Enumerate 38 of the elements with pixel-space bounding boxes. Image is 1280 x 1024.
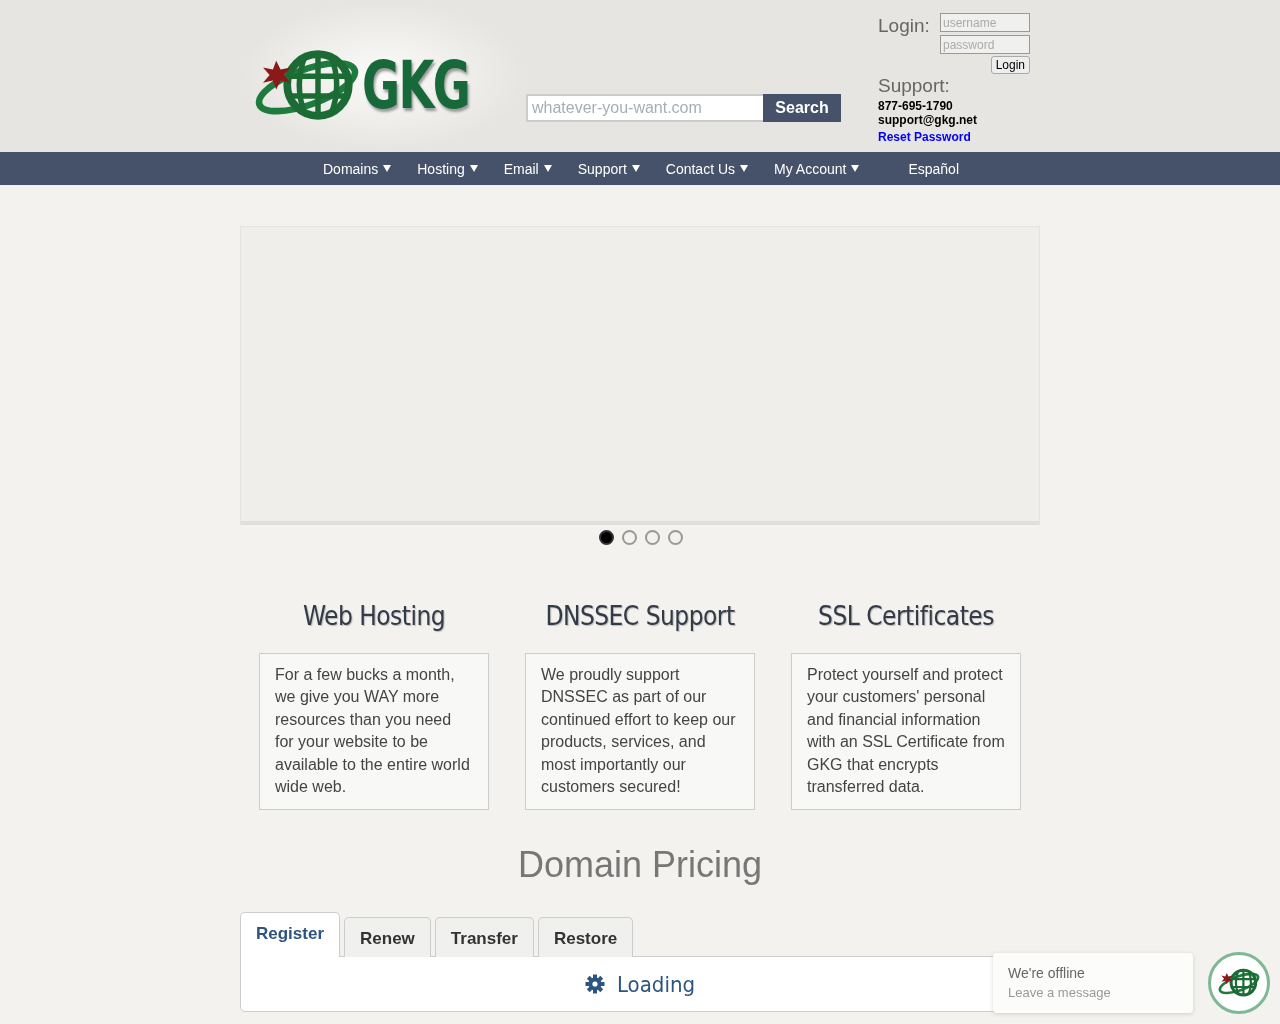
- pricing-tab[interactable]: Renew: [344, 917, 431, 957]
- slide-dot[interactable]: [598, 530, 614, 545]
- loading-text: Loading: [616, 971, 696, 997]
- domain-search-field[interactable]: whatever-you-want.com: [526, 94, 763, 122]
- nav-menu-item[interactable]: Email: [490, 160, 565, 177]
- slide-dot[interactable]: [621, 530, 637, 545]
- feature-description: We proudly support DNSSEC as part of our continued effort to keep our products, services, and most importantly our customers secured!: [525, 653, 755, 810]
- pricing-tab[interactable]: Register: [240, 912, 341, 957]
- nav-menu-item[interactable]: My Account: [761, 160, 873, 177]
- nav-menu-item[interactable]: Hosting: [404, 160, 491, 177]
- feature-title: DNSSEC Support: [545, 601, 735, 631]
- chat-bubble[interactable]: We're offline Leave a message: [993, 953, 1193, 1013]
- username-field[interactable]: username: [940, 13, 1030, 32]
- section-heading: Domain Pricing: [516, 844, 764, 886]
- password-field[interactable]: password: [940, 35, 1030, 54]
- nav-menu-item[interactable]: Domains: [310, 160, 405, 177]
- feature-title: SSL Certificates: [818, 601, 994, 631]
- login-button[interactable]: Login: [990, 56, 1030, 74]
- search-button[interactable]: Search: [763, 94, 841, 122]
- feature-description: Protect yourself and protect your customers' personal and financial information with an SSL Certificate from GKG that encrypts transferred data.: [791, 653, 1021, 810]
- gear-icon: [584, 974, 605, 994]
- feature-description: For a few bucks a month, we give you WAY more resources than you need for your website to be available to the entire world wide web.: [259, 653, 489, 810]
- slide-dot[interactable]: [667, 530, 683, 545]
- chat-prompt: Leave a message: [1008, 985, 1112, 1000]
- nav-menu-item[interactable]: Español: [872, 160, 972, 177]
- pricing-tab[interactable]: Transfer: [434, 917, 534, 957]
- login-label: Login:: [878, 15, 930, 38]
- feature-title: Web Hosting: [302, 601, 446, 631]
- chat-status: We're offline: [1008, 965, 1086, 981]
- support-label: Support:: [878, 75, 951, 97]
- support-email: support@gkg.net: [878, 113, 979, 127]
- support-phone: 877-695-1790: [878, 99, 954, 113]
- reset-password-link[interactable]: Reset Password: [878, 130, 971, 144]
- pricing-tab[interactable]: Restore: [537, 917, 634, 957]
- nav-menu-item[interactable]: Support: [564, 160, 653, 177]
- logo-text: GKG: [362, 46, 470, 124]
- nav-menu-item[interactable]: Contact Us: [652, 160, 762, 177]
- slide-dot[interactable]: [644, 530, 660, 545]
